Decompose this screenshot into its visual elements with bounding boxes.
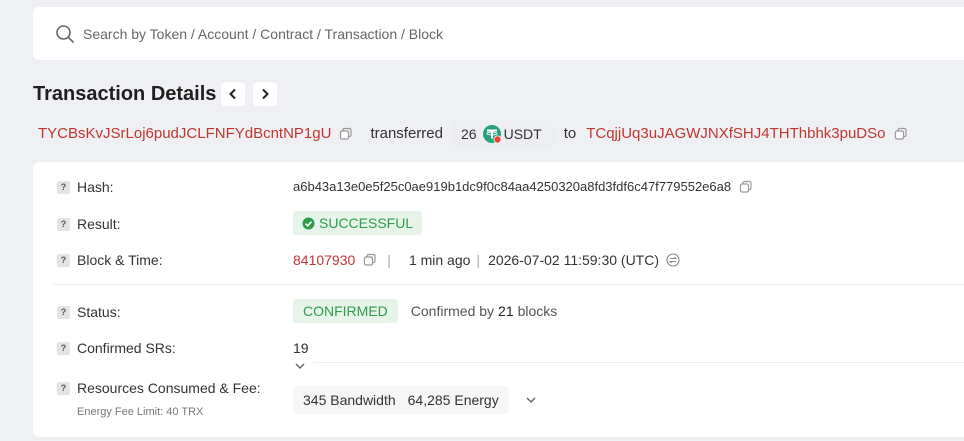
amount-badge: 26 USDT [450,120,554,147]
block-number-link[interactable]: 84107930 [293,252,355,268]
question-icon[interactable]: ? [57,342,70,355]
transfer-verb: transferred [370,125,443,142]
confirmed-srs-value: 19 [293,340,309,356]
copy-icon[interactable] [739,180,753,194]
divider [313,362,964,363]
confirmed-by-count: 21 [498,303,514,319]
chevron-down-icon[interactable] [525,396,537,404]
resources-summary: 345 Bandwidth 64,285 Energy [293,386,509,414]
to-word: to [563,125,577,142]
result-value-row: SUCCESSFUL [293,211,423,235]
question-icon[interactable]: ? [57,218,70,231]
energy-value: 64,285 Energy [407,392,499,408]
usdt-token-icon[interactable] [482,124,502,144]
time-ago: 1 min ago [408,252,471,268]
result-value: SUCCESSFUL [319,215,414,231]
question-icon[interactable]: ? [57,306,70,319]
status-badge: CONFIRMED [293,299,398,323]
question-icon[interactable]: ? [57,254,70,267]
confirmed-by-prefix: Confirmed by [410,303,495,319]
transfer-summary: TYCBsKvJSrLoj6pudJCLFNFYdBcntNP1gU trans… [38,120,908,147]
copy-icon[interactable] [339,127,353,141]
search-bar [33,7,964,60]
amount-value: 26 [461,125,477,142]
search-input[interactable] [83,7,683,60]
next-transaction-button[interactable] [253,82,277,106]
resources-value-row: 345 Bandwidth 64,285 Energy [293,386,537,414]
block-time-label: Block & Time: [77,252,163,268]
previous-transaction-button[interactable] [221,82,245,106]
confirmed-by-suffix: blocks [517,303,558,319]
token-symbol[interactable]: USDT [504,126,542,142]
result-badge: SUCCESSFUL [293,211,423,235]
hash-value-row: a6b43a13e0e5f25c0ae919b1dc9f0c84aa425032… [293,179,753,194]
to-address-link[interactable]: TCqjjUq3uJAGWJNXfSHJ4THThbhk3puDSo [586,125,885,142]
separator: | [476,252,481,268]
separator: | [387,252,391,268]
question-icon[interactable]: ? [57,382,70,395]
divider [53,284,964,285]
status-label: Status: [77,304,121,320]
chevron-left-icon [229,88,236,100]
hash-value: a6b43a13e0e5f25c0ae919b1dc9f0c84aa425032… [293,179,732,194]
status-value-row: CONFIRMED Confirmed by 21 blocks [293,299,557,323]
resources-label: Resources Consumed & Fee: [77,380,261,396]
check-circle-icon [302,217,315,229]
bandwidth-value: 345 Bandwidth [303,392,396,408]
search-icon[interactable] [55,24,75,44]
question-icon[interactable]: ? [57,181,70,194]
hash-label: Hash: [77,179,114,195]
page-title: Transaction Details [33,83,217,105]
timestamp: 2026-07-02 11:59:30 (UTC) [488,252,660,268]
chevron-down-icon[interactable] [294,362,306,370]
copy-icon[interactable] [363,253,377,267]
energy-fee-limit: Energy Fee Limit: 40 TRX [77,406,204,418]
chevron-right-icon [262,88,269,100]
transaction-details-card: ? Hash: a6b43a13e0e5f25c0ae919b1dc9f0c84… [33,162,964,437]
clock-convert-icon[interactable] [666,253,680,267]
block-time-value-row: 84107930 | 1 min ago | 2026-07-02 11:59:… [293,252,680,268]
result-label: Result: [77,216,121,232]
confirmed-srs-label: Confirmed SRs: [77,340,176,356]
from-address-link[interactable]: TYCBsKvJSrLoj6pudJCLFNFYdBcntNP1gU [38,125,331,142]
copy-icon[interactable] [894,127,908,141]
